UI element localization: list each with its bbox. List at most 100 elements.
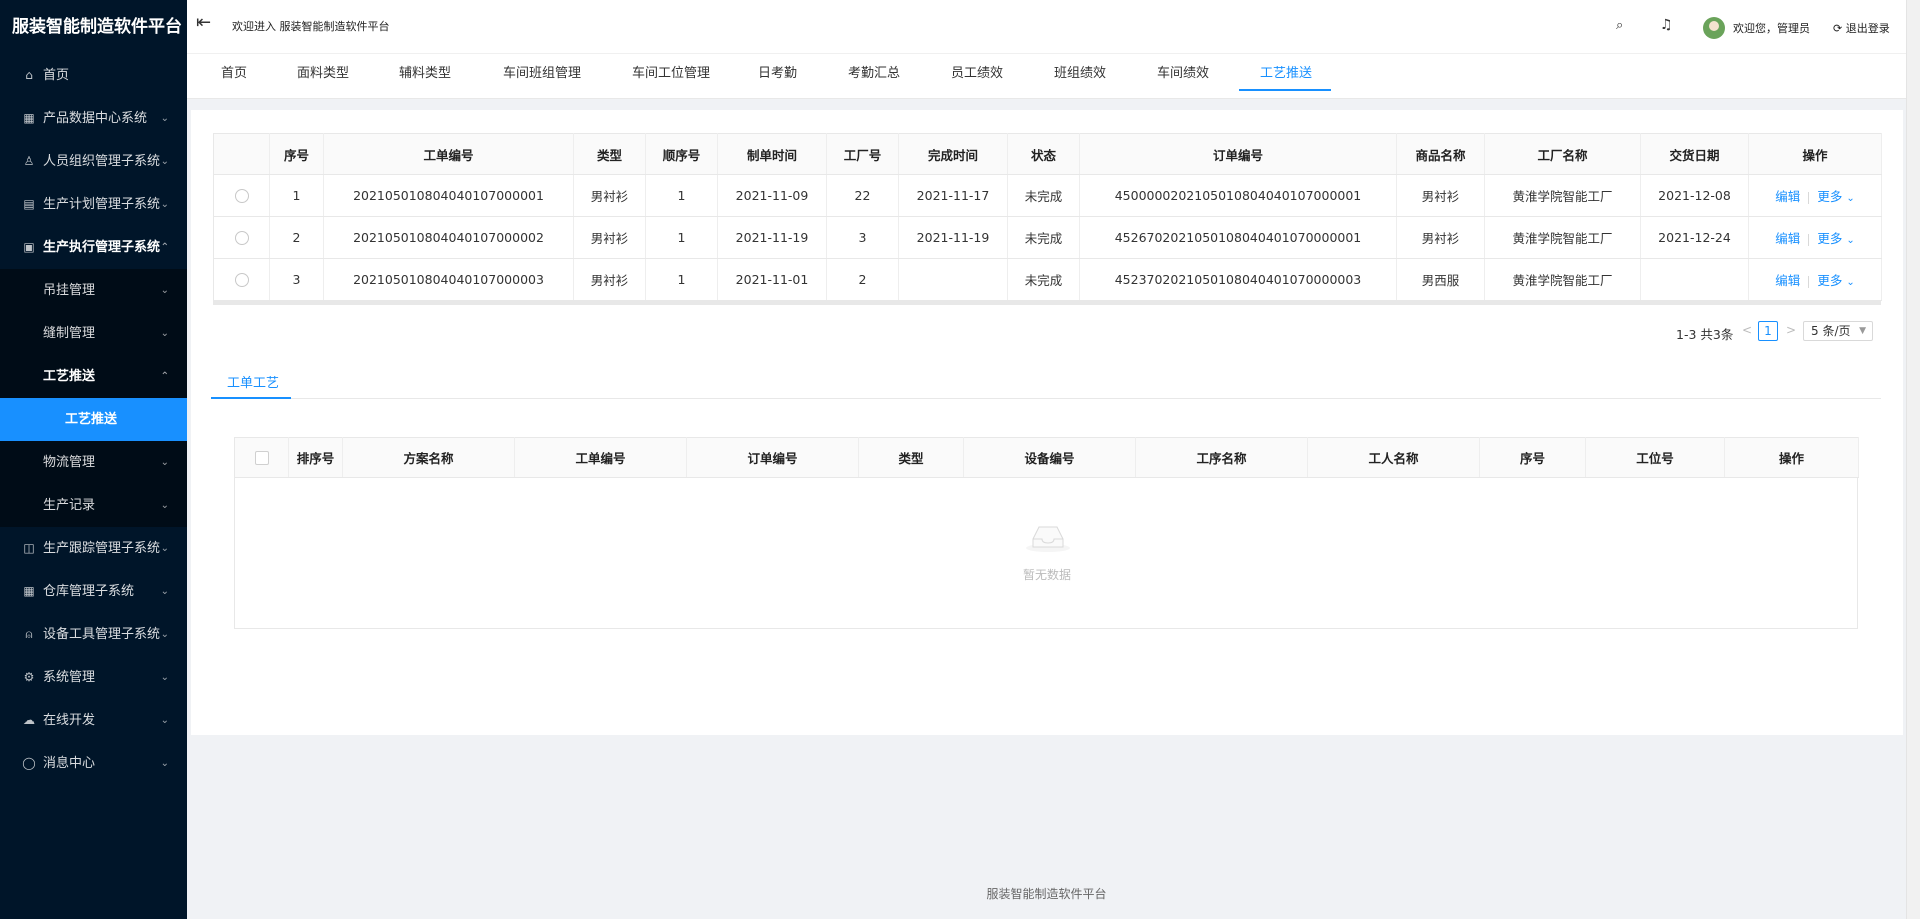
- chevron-down-icon: ⌄: [160, 500, 169, 511]
- column-header: 工人名称: [1307, 437, 1480, 478]
- table-row[interactable]: 2 202105010804040107000002 男衬衫 1 2021-11-19 3…: [213, 216, 1882, 259]
- more-dropdown[interactable]: 更多 ⌄: [1817, 189, 1854, 204]
- chevron-down-icon: ⌄: [160, 113, 169, 124]
- table-row[interactable]: 3 202105010804040107000003 男衬衫 1 2021-11-01 2…: [213, 258, 1882, 301]
- row-radio[interactable]: [234, 273, 249, 288]
- sidebar-item-production-record[interactable]: 生产记录 ⌄: [0, 484, 187, 527]
- select-all-checkbox[interactable]: [254, 451, 269, 466]
- user-icon: ♙: [23, 154, 35, 168]
- row-radio[interactable]: [234, 189, 249, 204]
- table-cell: 男衬衫: [573, 258, 646, 301]
- column-header: 方案名称: [342, 437, 515, 478]
- table-cell: 黄淮学院智能工厂: [1484, 216, 1641, 259]
- column-header: 制单时间: [717, 133, 827, 175]
- table-cell: 3: [269, 258, 324, 301]
- table-cell: 202105010804040107000002: [323, 216, 574, 259]
- sidebar-item-label: 在线开发: [43, 713, 96, 728]
- row-select-cell: [213, 258, 270, 301]
- logout-label: 退出登录: [1845, 22, 1890, 35]
- chevron-down-icon: ⌄: [1846, 277, 1855, 288]
- chevron-down-icon: ⌄: [160, 586, 169, 597]
- table-cell: 黄淮学院智能工厂: [1484, 174, 1641, 217]
- sidebar-item-production-tracking[interactable]: ◫ 生产跟踪管理子系统 ⌄: [0, 527, 187, 570]
- table-row[interactable]: 1 202105010804040107000001 男衬衫 1 2021-11-09 2…: [213, 174, 1882, 217]
- sidebar-item-hanging[interactable]: 吊挂管理 ⌄: [0, 269, 187, 312]
- page-size-select[interactable]: 5 条/页 ▼: [1803, 321, 1873, 341]
- user-greeting[interactable]: 欢迎您，管理员: [1733, 20, 1810, 36]
- edit-link[interactable]: 编辑: [1775, 189, 1800, 204]
- sidebar-item-logistics[interactable]: 物流管理 ⌄: [0, 441, 187, 484]
- tab-9[interactable]: 车间绩效: [1157, 54, 1209, 99]
- sidebar-item-product-data[interactable]: ▦ 产品数据中心系统 ⌄: [0, 97, 187, 140]
- sidebar-item-sewing[interactable]: 缝制管理 ⌄: [0, 312, 187, 355]
- tab-5[interactable]: 日考勤: [758, 54, 797, 99]
- sidebar-item-production-plan[interactable]: ▤ 生产计划管理子系统 ⌄: [0, 183, 187, 226]
- column-header: 工位号: [1585, 437, 1725, 478]
- sidebar-item-home[interactable]: ⌂ 首页: [0, 54, 187, 97]
- page-tabs: 首页 面料类型 辅料类型 车间班组管理 车间工位管理 日考勤 考勤汇总 员工绩效 班组绩效 车间绩…: [187, 54, 1920, 99]
- row-radio[interactable]: [234, 231, 249, 246]
- sidebar-item-equipment[interactable]: ⍝ 设备工具管理子系统 ⌄: [0, 613, 187, 656]
- sidebar-item-message-center[interactable]: ◯ 消息中心 ⌄: [0, 742, 187, 785]
- column-header: 订单编号: [1079, 133, 1397, 175]
- avatar[interactable]: [1703, 17, 1725, 39]
- column-header: 工单编号: [323, 133, 574, 175]
- next-page-icon[interactable]: >: [1786, 323, 1796, 337]
- tab-10[interactable]: 工艺推送: [1260, 54, 1312, 99]
- chevron-up-icon: ⌃: [160, 242, 169, 253]
- sidebar-item-process-push[interactable]: 工艺推送: [0, 398, 187, 441]
- more-dropdown[interactable]: 更多 ⌄: [1817, 273, 1854, 288]
- tab-work-order-process[interactable]: 工单工艺: [227, 372, 279, 391]
- table-cell: 4500000202105010804040107000001: [1079, 174, 1397, 217]
- sidebar-item-label: 物流管理: [43, 455, 96, 470]
- sidebar-item-label: 缝制管理: [43, 326, 96, 341]
- scrollbar-track[interactable]: [1906, 0, 1920, 919]
- page-number[interactable]: 1: [1758, 321, 1778, 341]
- sidebar-item-personnel[interactable]: ♙ 人员组织管理子系统 ⌄: [0, 140, 187, 183]
- sidebar-item-label: 生产跟踪管理子系统: [43, 541, 161, 556]
- tab-6[interactable]: 考勤汇总: [848, 54, 900, 99]
- table-cell: 未完成: [1007, 174, 1080, 217]
- sidebar-item-online-dev[interactable]: ☁ 在线开发 ⌄: [0, 699, 187, 742]
- empty-inbox-icon: [1026, 526, 1070, 552]
- more-label: 更多: [1817, 231, 1843, 246]
- sidebar-item-process-push-group[interactable]: 工艺推送 ⌃: [0, 355, 187, 398]
- tab-0[interactable]: 首页: [221, 54, 247, 99]
- tab-3[interactable]: 车间班组管理: [503, 54, 581, 99]
- column-header: 顺序号: [645, 133, 718, 175]
- horizontal-scrollbar[interactable]: [213, 301, 1881, 305]
- sidebar-item-production-exec[interactable]: ▣ 生产执行管理子系统 ⌃: [0, 226, 187, 269]
- table-cell: 1: [645, 174, 718, 217]
- edit-link[interactable]: 编辑: [1775, 273, 1800, 288]
- sidebar-item-warehouse[interactable]: ▦ 仓库管理子系统 ⌄: [0, 570, 187, 613]
- footer-text: 服装智能制造软件平台: [986, 887, 1107, 901]
- column-header: 工单编号: [514, 437, 687, 478]
- more-label: 更多: [1817, 189, 1843, 204]
- table-cell: 男衬衫: [1396, 174, 1485, 217]
- top-header: ⇤ 欢迎进入 服装智能制造软件平台 ⌕ ♫ 欢迎您，管理员 ⟳ 退出登录: [187, 0, 1920, 54]
- table-cell: 2021-11-17: [898, 174, 1008, 217]
- sidebar-item-label: 吊挂管理: [43, 283, 96, 298]
- tab-1[interactable]: 面料类型: [297, 54, 349, 99]
- table-cell: 2021-11-09: [717, 174, 827, 217]
- bell-icon[interactable]: ♫: [1660, 17, 1673, 33]
- table-cell: 男西服: [1396, 258, 1485, 301]
- tab-8[interactable]: 班组绩效: [1054, 54, 1106, 99]
- edit-link[interactable]: 编辑: [1775, 231, 1800, 246]
- chevron-down-icon: ⌄: [160, 715, 169, 726]
- column-header: 类型: [573, 133, 646, 175]
- column-header: 工序名称: [1135, 437, 1308, 478]
- chevron-down-icon: ⌄: [160, 672, 169, 683]
- more-dropdown[interactable]: 更多 ⌄: [1817, 231, 1854, 246]
- tab-4[interactable]: 车间工位管理: [632, 54, 710, 99]
- tab-2[interactable]: 辅料类型: [399, 54, 451, 99]
- prev-page-icon[interactable]: <: [1742, 323, 1752, 337]
- sidebar-item-system[interactable]: ⚙ 系统管理 ⌄: [0, 656, 187, 699]
- logout-button[interactable]: ⟳ 退出登录: [1833, 20, 1890, 36]
- search-icon[interactable]: ⌕: [1616, 18, 1623, 33]
- tab-7[interactable]: 员工绩效: [951, 54, 1003, 99]
- gear-icon: ⚙: [23, 670, 35, 684]
- column-header: 排序号: [288, 437, 343, 478]
- menu-fold-icon[interactable]: ⇤: [196, 14, 216, 32]
- sidebar: 服装智能制造软件平台 ⌂ 首页 ▦ 产品数据中心系统 ⌄ ♙ 人员组织管理子系统 ⌄ ▤ 生产计划…: [0, 0, 187, 919]
